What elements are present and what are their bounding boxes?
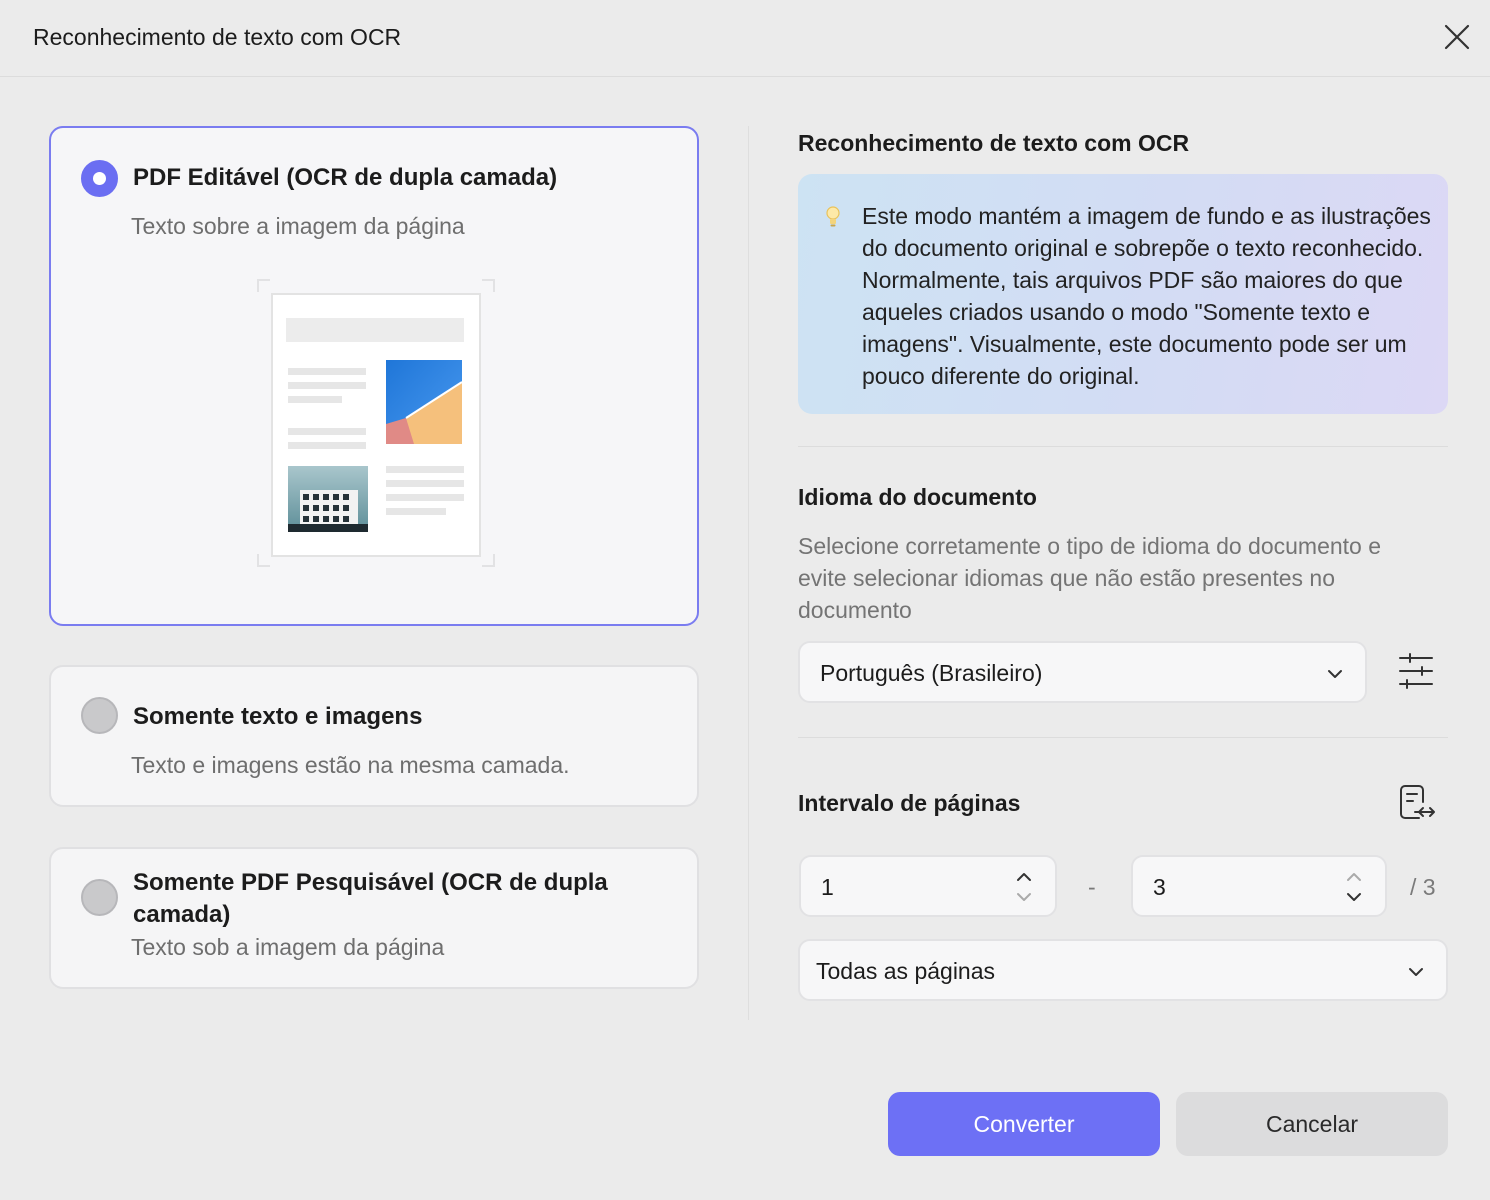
lightbulb-icon [826, 206, 840, 227]
page-scope-value: Todas as páginas [816, 958, 996, 984]
page-total: / 3 [1410, 874, 1436, 900]
chevron-down-icon [1328, 670, 1342, 678]
option-title: Somente texto e imagens [133, 703, 423, 730]
document-swap-icon [1400, 785, 1435, 819]
radio-editable-pdf[interactable] [81, 160, 118, 197]
page-scope-select[interactable]: Todas as páginas [798, 939, 1448, 1001]
document-illustration [257, 279, 495, 567]
option-card-editable-pdf[interactable]: PDF Editável (OCR de dupla camada) Texto… [49, 126, 699, 626]
page-from-input[interactable]: 1 [799, 855, 1057, 917]
option-title: PDF Editável (OCR de dupla camada) [133, 164, 558, 191]
dialog-title: Reconhecimento de texto com OCR [33, 24, 402, 50]
language-heading: Idioma do documento [798, 484, 1037, 510]
ocr-section-title: Reconhecimento de texto com OCR [798, 130, 1190, 156]
section-divider [798, 737, 1448, 738]
language-select[interactable]: Português (Brasileiro) [798, 641, 1367, 703]
section-divider [798, 446, 1448, 447]
language-description: Selecione corretamente o tipo de idioma … [798, 533, 1382, 623]
dialog-titlebar: Reconhecimento de texto com OCR [0, 0, 1490, 77]
radio-searchable-pdf[interactable] [81, 879, 118, 916]
page-to-value: 3 [1153, 874, 1166, 900]
page-from-value: 1 [821, 874, 834, 900]
option-subtitle: Texto e imagens estão na mesma camada. [131, 752, 570, 778]
chevron-down-icon [1409, 968, 1423, 976]
option-title: Somente PDF Pesquisável (OCR de dupla ca… [133, 869, 608, 928]
option-card-searchable-pdf[interactable]: Somente PDF Pesquisável (OCR de dupla ca… [49, 847, 699, 989]
info-text: Este modo mantém a imagem de fundo e as … [862, 203, 1431, 389]
cancel-button[interactable]: Cancelar [1176, 1092, 1448, 1156]
option-card-text-images[interactable]: Somente texto e imagens Texto e imagens … [49, 665, 699, 807]
language-select-value: Português (Brasileiro) [820, 660, 1043, 686]
range-separator: - [1088, 874, 1096, 900]
option-subtitle: Texto sob a imagem da página [131, 934, 445, 960]
stepper-icon[interactable] [1015, 869, 1033, 905]
language-settings-button[interactable] [1396, 652, 1436, 692]
panel-divider [748, 126, 749, 1020]
radio-text-images[interactable] [81, 697, 118, 734]
close-icon [1444, 24, 1470, 50]
page-to-input[interactable]: 3 [1131, 855, 1387, 917]
option-subtitle: Texto sobre a imagem da página [131, 213, 465, 239]
page-range-heading: Intervalo de páginas [798, 790, 1021, 816]
page-range-swap-button[interactable] [1397, 782, 1437, 824]
sliders-icon [1399, 653, 1433, 689]
info-box: Este modo mantém a imagem de fundo e as … [798, 174, 1448, 414]
close-button[interactable] [1440, 20, 1474, 54]
stepper-icon[interactable] [1345, 869, 1363, 905]
convert-button[interactable]: Converter [888, 1092, 1160, 1156]
